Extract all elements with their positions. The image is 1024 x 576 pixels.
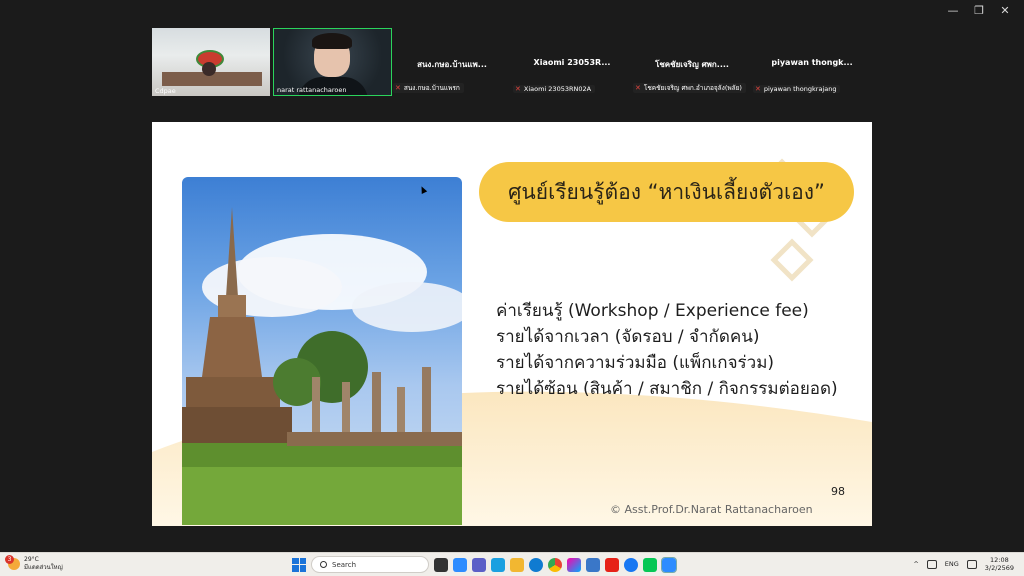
participant-tile[interactable]: สนง.กษอ.บ้านแพ... ✕ สนง.กษอ.บ้านแพรก [393, 28, 511, 96]
taskbar-apps: Search [292, 556, 677, 573]
teams-icon[interactable] [472, 557, 486, 572]
temple-photo [182, 177, 462, 525]
participant-name: สนง.กษอ.บ้านแพรก [403, 84, 460, 92]
line-icon[interactable] [643, 557, 657, 572]
slide-page-number: 98 [831, 485, 845, 498]
clock-time: 12:08 [990, 556, 1009, 564]
edge-icon[interactable] [491, 557, 505, 572]
slide-title-pill: ศูนย์เรียนรู้ต้อง “หาเงินเลี้ยงตัวเอง” [479, 162, 854, 222]
task-view-icon[interactable] [434, 557, 448, 572]
mic-muted-icon: ✕ [755, 85, 761, 93]
weather-text: 29°C มีแดดส่วนใหญ่ [24, 556, 63, 572]
participant-name: โชคชัยเจริญ ศพก.อำเภอจุลัง(พลัย) [643, 84, 742, 92]
slide-bullet: รายได้จากเวลา (จัดรอบ / จำกัดคน) [496, 327, 760, 347]
restore-button[interactable]: ❐ [966, 4, 992, 18]
sun-icon: 3 [5, 555, 20, 570]
mic-muted-icon: ✕ [635, 84, 641, 92]
weather-desc: มีแดดส่วนใหญ่ [24, 564, 63, 571]
participant-display-name: piyawan thongk... [771, 58, 853, 67]
mic-muted-icon: ✕ [395, 84, 401, 92]
participant-label: ✕ Xiaomi 23053RN02A [513, 85, 596, 93]
mic-muted-icon: ✕ [515, 85, 521, 93]
search-placeholder: Search [332, 560, 357, 569]
windows-taskbar: 3 29°C มีแดดส่วนใหญ่ Search ^ ENG 12:08 … [0, 552, 1024, 576]
chevron-up-icon[interactable]: ^ [913, 560, 918, 568]
participant-tile-active-speaker[interactable]: narat rattanacharoen [273, 28, 392, 96]
speaker-hair [312, 33, 352, 49]
close-button[interactable]: ✕ [992, 4, 1018, 18]
participant-display-name: โชคชัยเจริญ ศพก.... [655, 60, 729, 69]
slide-title: ศูนย์เรียนรู้ต้อง “หาเงินเลี้ยงตัวเอง” [508, 180, 825, 204]
participant-display-name: สนง.กษอ.บ้านแพ... [417, 60, 487, 69]
slide-bullet-list: ค่าเรียนรู้ (Workshop / Experience fee) … [496, 298, 838, 402]
participant-label: ✕ สนง.กษอ.บ้านแพรก [393, 83, 464, 93]
search-icon [320, 561, 327, 568]
participant-label: ✕ โชคชัยเจริญ ศพก.อำเภอจุลัง(พลัย) [633, 83, 746, 93]
participant-tile[interactable]: Xiaomi 23053R... ✕ Xiaomi 23053RN02A [513, 28, 631, 96]
clock[interactable]: 12:08 3/2/2569 [985, 556, 1014, 572]
clock-date: 3/2/2569 [984, 564, 1014, 572]
zoom-icon[interactable] [453, 557, 467, 572]
participant-name: narat rattanacharoen [277, 86, 347, 94]
notification-badge: 3 [5, 555, 14, 564]
weather-temp: 29°C [24, 556, 39, 563]
participant-tile[interactable]: Cdpae [152, 28, 270, 96]
participant-strip: Cdpae narat rattanacharoen สนง.กษอ.บ้านแ… [152, 28, 872, 98]
slide-bullet: รายได้จากความร่วมมือ (แพ็กเกจร่วม) [496, 353, 775, 373]
system-tray: ^ ENG 12:08 3/2/2569 [913, 556, 1014, 572]
meeting-window: — ❐ ✕ Cdpae narat rattanacharoen สนง.กษอ… [0, 0, 1024, 552]
store-icon[interactable] [586, 557, 600, 572]
participant-tile[interactable]: piyawan thongk... ✕ piyawan thongkrajang [753, 28, 871, 96]
slide-bullet: รายได้ซ้อน (สินค้า / สมาชิก / กิจกรรมต่อ… [496, 379, 838, 399]
edge-browser-icon[interactable] [529, 557, 543, 572]
weather-widget[interactable]: 3 29°C มีแดดส่วนใหญ่ [5, 555, 63, 572]
folder-icon[interactable] [510, 557, 524, 572]
network-icon[interactable] [966, 559, 977, 569]
slide-bullet: ค่าเรียนรู้ (Workshop / Experience fee) [496, 301, 809, 321]
language-indicator[interactable]: ENG [945, 560, 959, 568]
zoom-app-icon[interactable] [661, 556, 677, 573]
facebook-icon[interactable] [624, 557, 638, 572]
youtube-icon[interactable] [605, 557, 619, 572]
shared-slide: ศูนย์เรียนรู้ต้อง “หาเงินเลี้ยงตัวเอง” ค… [152, 122, 872, 526]
photos-icon[interactable] [567, 557, 581, 572]
chrome-icon[interactable] [548, 557, 562, 572]
participant-name: piyawan thongkrajang [763, 85, 837, 93]
participant-name: Xiaomi 23053RN02A [523, 85, 592, 93]
participant-tile[interactable]: โชคชัยเจริญ ศพก.... ✕ โชคชัยเจริญ ศพก.อำเ… [633, 28, 751, 96]
battery-icon[interactable] [926, 559, 937, 569]
taskbar-search[interactable]: Search [311, 556, 429, 573]
room-person [202, 62, 216, 76]
window-controls: — ❐ ✕ [940, 4, 1018, 18]
windows-start-icon[interactable] [292, 557, 306, 572]
participant-display-name: Xiaomi 23053R... [533, 58, 611, 67]
temple-illustration [182, 207, 462, 525]
participant-label: ✕ piyawan thongkrajang [753, 85, 841, 93]
slide-credit: © Asst.Prof.Dr.Narat Rattanacharoen [610, 503, 813, 516]
participant-name: Cdpae [155, 87, 176, 95]
minimize-button[interactable]: — [940, 4, 966, 18]
